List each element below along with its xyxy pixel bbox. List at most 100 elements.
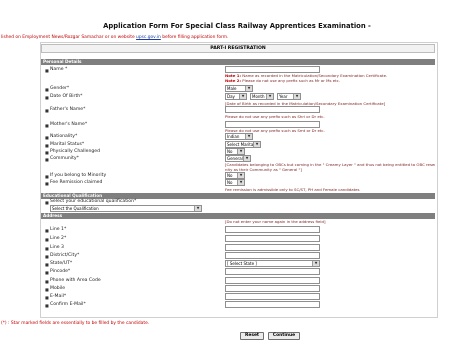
gender-value: Male [227,86,237,91]
confirm-email-input[interactable] [225,301,320,308]
row-nationality: ■ Nationality* Indian ▼ [42,133,434,141]
fee-value: No [227,180,233,185]
label-father: Father's Name* [50,107,86,112]
dob-day-value: Day [227,94,235,99]
bullet-icon: ■ [45,68,49,73]
dob-month-select[interactable]: Month ▼ [250,93,274,100]
bullet-icon: ■ [45,157,49,162]
row-father: ■ Father's Name* [42,106,434,114]
row-qualification-select: Select the Qualification ▼ [42,205,434,213]
bullet-icon: ■ [45,295,49,300]
chevron-down-icon: ▼ [293,94,300,99]
label-state: State/UT* [50,261,73,266]
minority-value: No [227,173,233,178]
label-mother: Mother's Name* [50,122,88,127]
label-email: E-Mail* [50,294,67,299]
physically-select[interactable]: No ▼ [225,148,245,155]
chevron-down-icon: ▼ [243,156,250,161]
label-line2: Line 2* [50,236,67,241]
row-gender: ■ Gender* Male ▼ [42,85,434,93]
bullet-icon: ■ [45,254,49,259]
row-line2: ■ Line 2* [42,235,434,243]
page-title: Application Form For Special Class Railw… [103,22,371,30]
fee-select[interactable]: No ▼ [225,179,245,186]
row-phone: ■ Phone with Area Code [42,277,434,285]
pincode-input[interactable] [225,268,320,275]
label-minority: If you belong to Minority [50,173,107,178]
chevron-down-icon: ▼ [237,173,244,178]
row-state: ■ State/UT* [ Select State ] ▼ [42,260,434,268]
notice-prefix: lished on Employment News/Rozgar Samacha… [1,35,137,40]
bullet-icon: ■ [45,287,49,292]
minority-select[interactable]: No ▼ [225,172,245,179]
chevron-down-icon: ▼ [312,261,319,266]
bullet-icon: ■ [45,270,49,275]
chevron-down-icon: ▼ [239,94,246,99]
bullet-icon: ■ [45,279,49,284]
continue-button[interactable]: Continue [268,332,300,340]
label-mobile: Mobile [50,286,66,291]
nationality-select[interactable]: Indian ▼ [225,133,253,140]
bullet-icon: ■ [45,87,49,92]
label-nationality: Nationality* [50,134,78,139]
dob-month-value: Month [252,94,265,99]
father-note: Please do not use any prefix such as Shr… [225,114,325,119]
gender-select[interactable]: Male ▼ [225,85,253,92]
mandatory-note: (*) : Star marked fields are essentially… [1,321,150,326]
mother-name-input[interactable] [225,121,320,128]
address-line3-input[interactable] [225,244,320,251]
reset-button[interactable]: Reset [240,332,264,340]
dob-year-value: Year [279,94,288,99]
row-district: ■ District/City* [42,252,434,260]
dob-year-select[interactable]: Year ▼ [277,93,301,100]
label-line1: Line 1* [50,227,67,232]
label-qualification: Select your educational qualification* [50,199,137,204]
community-select[interactable]: General ▼ [225,155,251,162]
row-dob: ■ Date Of Birth* Day ▼ Month ▼ Year ▼ [42,93,434,101]
label-line3: Line 3 [50,245,64,250]
label-name: Name * [50,67,68,72]
label-confirm-email: Confirm E-Mail* [50,302,86,307]
bullet-icon: ■ [45,108,49,113]
row-line3: ■ Line 3 [42,244,434,252]
row-fee: ■ Fee Remission claimed No ▼ [42,179,434,187]
notice-link[interactable]: upsc.gov.in [136,35,161,40]
phone-input[interactable] [225,277,320,284]
row-pincode: ■ Pincode* [42,268,434,276]
state-select[interactable]: [ Select State ] ▼ [225,260,320,267]
bullet-icon: ■ [45,246,49,251]
qualification-select[interactable]: Select the Qualification ▼ [50,205,202,212]
chevron-down-icon: ▼ [245,86,252,91]
address-line1-input[interactable] [225,226,320,233]
chevron-down-icon: ▼ [253,142,260,147]
district-input[interactable] [225,252,320,259]
marital-value: Select Marital [227,142,255,147]
label-phone: Phone with Area Code [50,278,101,283]
address-line2-input[interactable] [225,235,320,242]
bullet-icon: ■ [45,262,49,267]
bullet-icon: ■ [45,123,49,128]
marital-select[interactable]: Select Marital ▼ [225,141,261,148]
label-gender: Gender* [50,86,70,91]
part-title: PART-I REGISTRATION [41,44,435,53]
name-note-2-text: Please do not use any prefix such as Mr … [242,78,341,83]
email-input[interactable] [225,293,320,300]
label-fee: Fee Remission claimed [50,180,103,185]
label-pincode: Pincode* [50,269,71,274]
label-marital: Marital Status* [50,142,85,147]
physically-value: No [227,149,233,154]
bullet-icon: ■ [45,95,49,100]
label-dob: Date Of Birth* [50,94,83,99]
bullet-icon: ■ [45,135,49,140]
address-note: [Do not enter your name again in the add… [225,219,326,224]
name-note-2-tag: Note 2: [225,78,242,83]
mobile-input[interactable] [225,285,320,292]
section-personal-details: Personal Details [41,59,435,65]
label-community: Community* [50,156,79,161]
name-input[interactable] [225,66,320,73]
bullet-icon: ■ [45,228,49,233]
dob-day-select[interactable]: Day ▼ [225,93,247,100]
fee-note: Fee remission is admissible only to SC/S… [225,187,360,192]
father-name-input[interactable] [225,106,320,113]
chevron-down-icon: ▼ [245,134,252,139]
